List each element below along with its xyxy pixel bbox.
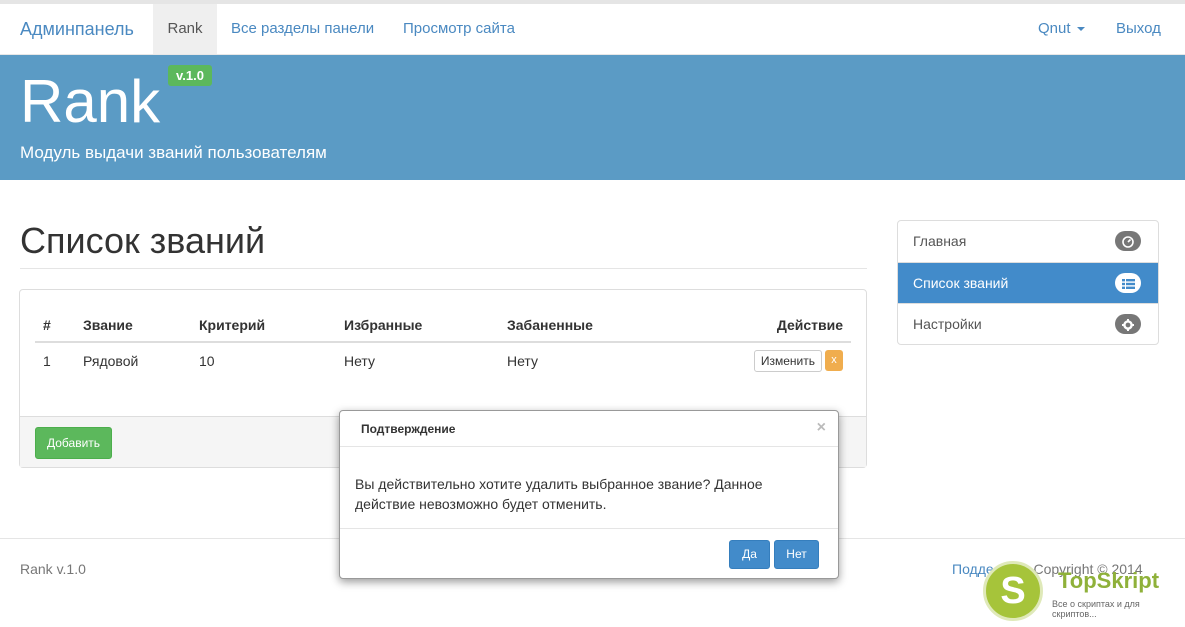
hero-subtitle: Модуль выдачи званий пользователям: [20, 143, 327, 162]
table-header-row: # Звание Критерий Избранные Забаненные Д…: [35, 308, 851, 343]
user-dropdown[interactable]: Qnut: [1038, 4, 1085, 54]
brand-link[interactable]: Админпанель: [20, 19, 134, 40]
title-divider: [20, 268, 867, 269]
table-row: 1 Рядовой 10 Нету Нету Изменить x: [35, 342, 851, 378]
col-header-banned: Забаненные: [499, 308, 659, 343]
ranks-table: # Звание Критерий Избранные Забаненные Д…: [35, 308, 851, 378]
dialog-footer: Да Нет: [340, 528, 838, 578]
cell-favorites: Нету: [344, 352, 376, 369]
confirm-no-button[interactable]: Нет: [774, 540, 819, 569]
caret-down-icon: [1076, 27, 1085, 32]
nav-link-view-site[interactable]: Просмотр сайта: [403, 4, 515, 54]
logout-link[interactable]: Выход: [1116, 4, 1161, 54]
hero-title: Rank: [20, 68, 161, 135]
page-title: Список званий: [20, 220, 266, 261]
sidebar-item-home[interactable]: Главная: [898, 221, 1158, 262]
dialog-message: Вы действительно хотите удалить выбранно…: [355, 476, 763, 512]
sidebar-menu: Главная Список званий Настройки: [897, 220, 1159, 345]
list-icon: [1115, 273, 1141, 293]
gear-icon: [1115, 314, 1141, 334]
cell-banned: Нету: [507, 352, 539, 369]
col-header-criterion: Критерий: [191, 308, 336, 343]
delete-button[interactable]: x: [825, 350, 843, 371]
cell-criterion: 10: [199, 352, 215, 369]
dialog-title: Подтверждение: [361, 422, 456, 436]
dashboard-icon: [1115, 231, 1141, 251]
col-header-favorites: Избранные: [336, 308, 499, 343]
sidebar-item-ranks-list[interactable]: Список званий: [898, 262, 1158, 303]
dialog-header: Подтверждение ×: [340, 411, 838, 447]
sidebar-item-settings[interactable]: Настройки: [898, 303, 1158, 344]
watermark-name: TopSkript: [1058, 568, 1160, 593]
add-button[interactable]: Добавить: [35, 427, 113, 459]
cell-actions: Изменить x: [659, 342, 851, 378]
sidebar-item-label: Главная: [913, 233, 967, 249]
hero-banner: Rank v.1.0 Модуль выдачи званий пользова…: [0, 55, 1185, 180]
cell-num: 1: [43, 352, 51, 369]
col-header-rank: Звание: [75, 308, 191, 343]
nav-tab-rank[interactable]: Rank: [153, 4, 217, 54]
top-navbar: Админпанель Rank Все разделы панели Прос…: [0, 0, 1185, 55]
cell-rank: Рядовой: [83, 352, 139, 369]
col-header-num: #: [35, 308, 75, 343]
sidebar-item-label: Список званий: [913, 275, 1009, 291]
watermark-tagline: Все о скриптах и для скриптов...: [1052, 599, 1140, 619]
user-name: Qnut: [1038, 20, 1071, 37]
col-header-action: Действие: [659, 308, 851, 343]
version-badge: v.1.0: [168, 65, 212, 86]
nav-link-all-sections[interactable]: Все разделы панели: [231, 4, 374, 54]
watermark-logo: S: [983, 561, 1043, 621]
close-icon[interactable]: ×: [817, 419, 826, 437]
confirm-yes-button[interactable]: Да: [729, 540, 770, 569]
confirm-dialog: Подтверждение × Вы действительно хотите …: [339, 410, 839, 579]
sidebar-item-label: Настройки: [913, 316, 982, 332]
footer-version: Rank v.1.0: [20, 561, 86, 577]
edit-button[interactable]: Изменить: [753, 349, 822, 372]
